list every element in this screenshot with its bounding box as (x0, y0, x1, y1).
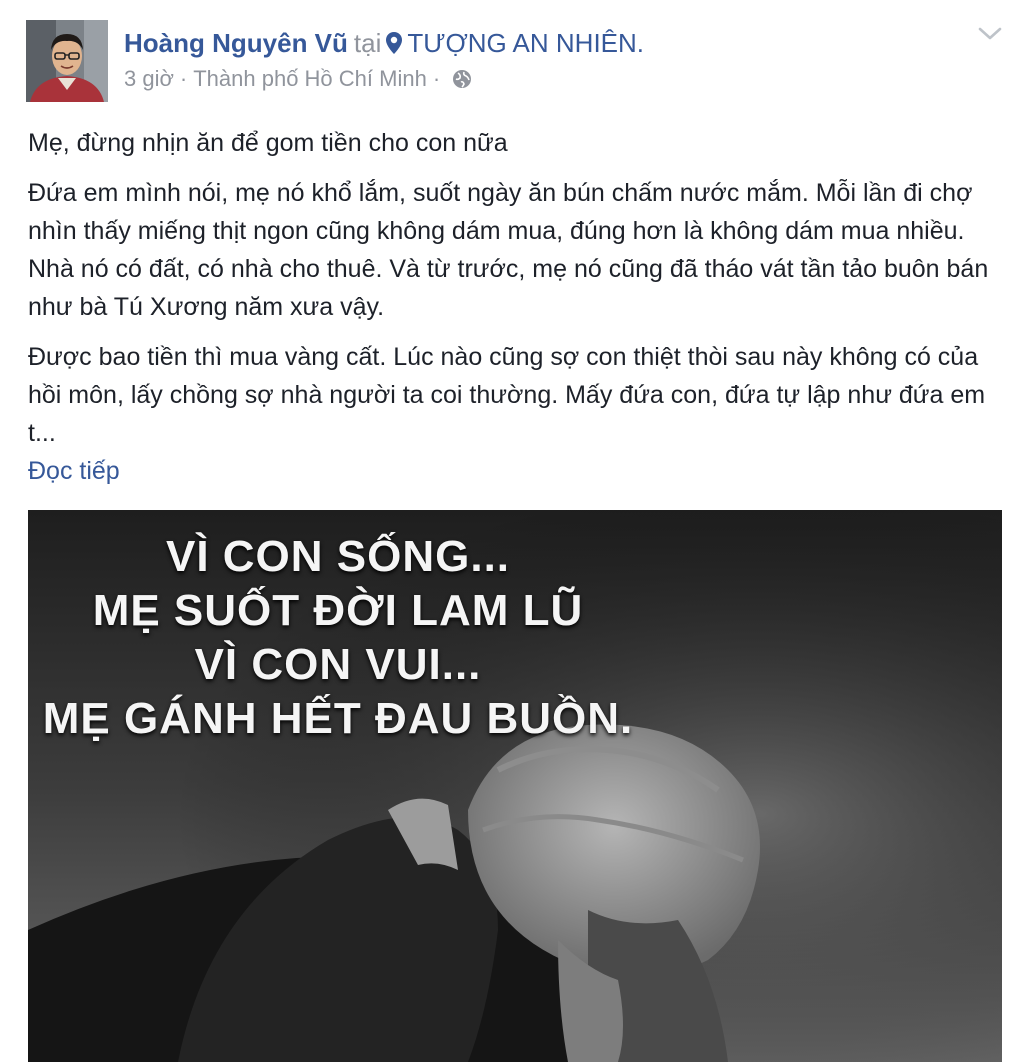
author-name[interactable]: Hoàng Nguyên Vũ (124, 28, 348, 58)
see-more-link[interactable]: Đọc tiếp (28, 452, 120, 490)
avatar-photo (26, 20, 108, 102)
post-paragraph-2: Đứa em mình nói, mẹ nó khổ lắm, suốt ngà… (28, 179, 989, 321)
post-meta: 3 giờ · Thành phố Hồ Chí Minh · (124, 66, 472, 92)
location-pin-icon (386, 32, 403, 54)
feed-post: Hoàng Nguyên Vũ tại TƯỢNG AN NHIÊN. 3 giờ ·… (0, 0, 1024, 1062)
post-paragraph-1: Mẹ, đừng nhịn ăn để gom tiền cho con nữa (28, 129, 508, 157)
post-location[interactable]: Thành phố Hồ Chí Minh (193, 66, 427, 91)
at-word: tại (353, 28, 382, 58)
meta-separator-2: · (432, 66, 441, 91)
caption-line-3: VÌ CON VUI... (194, 640, 482, 689)
globe-icon[interactable] (452, 69, 472, 89)
post-header: Hoàng Nguyên Vũ tại TƯỢNG AN NHIÊN. (124, 28, 644, 58)
post-photo[interactable]: VÌ CON SỐNG... MẸ SUỐT ĐỜI LAM LŨ VÌ CON… (28, 510, 1002, 1062)
caption-line-1: VÌ CON SỐNG... (165, 532, 511, 581)
avatar[interactable] (26, 20, 108, 102)
caption-line-4: MẸ GÁNH HẾT ĐAU BUỒN. (42, 694, 634, 743)
post-paragraph-3: Được bao tiền thì mua vàng cất. Lúc nào … (28, 343, 986, 447)
meta-separator: · (179, 66, 188, 91)
post-text: Mẹ, đừng nhịn ăn để gom tiền cho con nữa… (28, 124, 998, 464)
post-timestamp[interactable]: 3 giờ (124, 66, 174, 91)
checkin-place-link[interactable]: TƯỢNG AN NHIÊN. (385, 28, 644, 58)
checkin-place-label: TƯỢNG AN NHIÊN. (407, 28, 645, 58)
caption-line-2: MẸ SUỐT ĐỜI LAM LŨ (92, 586, 584, 635)
chevron-down-icon[interactable] (976, 24, 1004, 44)
image-caption: VÌ CON SỐNG... MẸ SUỐT ĐỜI LAM LŨ VÌ CON… (28, 530, 648, 746)
